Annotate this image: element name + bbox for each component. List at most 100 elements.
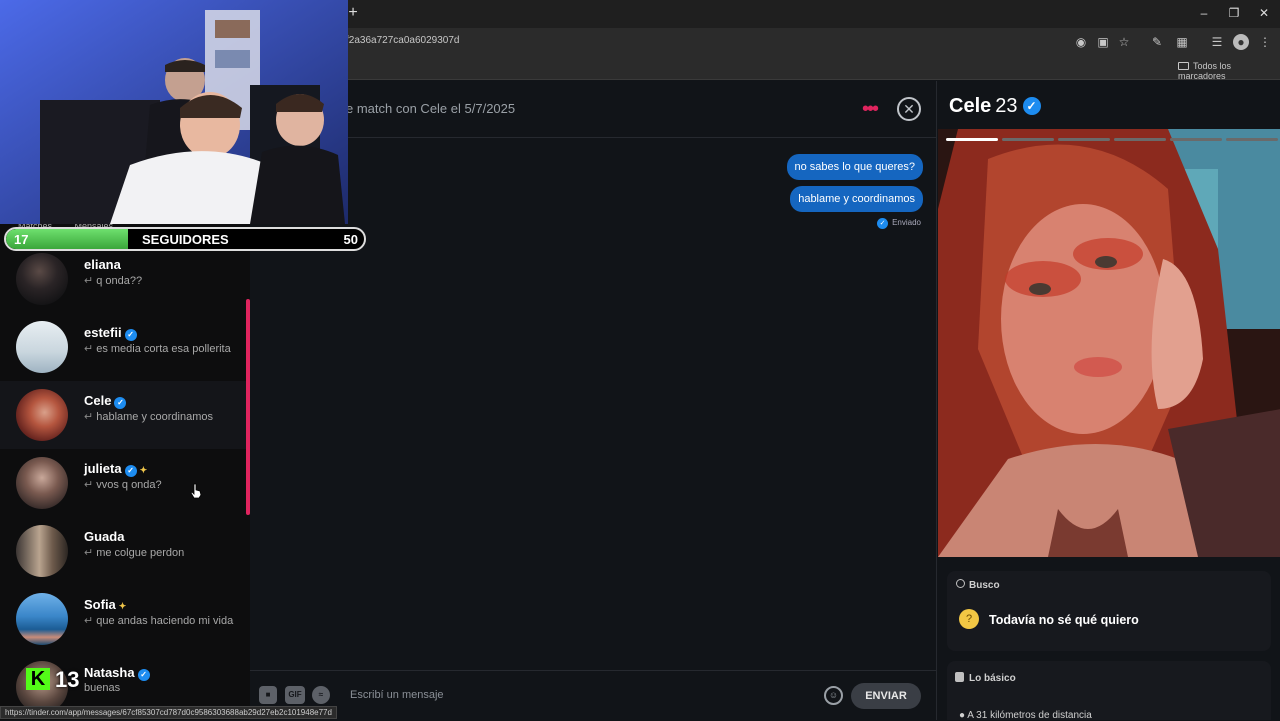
conversation-item[interactable]: julieta ✓ ✦ ↵ vvos q onda? bbox=[0, 449, 246, 517]
chat-header: e match con Cele el 5/7/2025 ••• ✕ bbox=[250, 81, 936, 138]
id-card-icon bbox=[955, 672, 964, 682]
verified-badge-icon: ✓ bbox=[137, 669, 150, 681]
sent-status: ✓ Enviado bbox=[874, 218, 921, 229]
looking-for-value: Todavía no sé qué quiero bbox=[989, 613, 1139, 627]
folder-icon bbox=[1178, 62, 1189, 70]
webcam-image bbox=[0, 0, 348, 224]
looking-for-label: Busco bbox=[969, 580, 1000, 591]
conversation-preview: ↵ vvos q onda? bbox=[84, 479, 162, 491]
message-bubble-sent: no sabes lo que queres? bbox=[786, 154, 923, 180]
gif-button[interactable]: GIF bbox=[285, 686, 305, 704]
avatar bbox=[16, 457, 68, 509]
profile-name: Cele bbox=[949, 95, 992, 117]
conversation-item-active[interactable]: Cele ✓ ↵ hablame y coordinamos bbox=[0, 381, 246, 449]
spotify-icon[interactable]: ≈ bbox=[312, 686, 330, 704]
minimize-icon[interactable]: – bbox=[1197, 6, 1211, 20]
conversation-item[interactable]: Guada ↵ me colgue perdon bbox=[0, 517, 246, 585]
photo-progress bbox=[1058, 138, 1110, 141]
looking-for-card: Busco ? Todavía no sé qué quiero bbox=[947, 571, 1271, 651]
conversation-preview: ↵ hablame y coordinamos bbox=[84, 411, 214, 423]
webcam-overlay bbox=[0, 0, 348, 224]
kick-logo-icon: K bbox=[26, 668, 50, 690]
avatar bbox=[16, 321, 68, 373]
conversation-preview: ↵ me colgue perdon bbox=[84, 547, 185, 559]
send-button[interactable]: ENVIAR bbox=[851, 683, 921, 709]
conversation-name: estefii ✓ bbox=[84, 325, 137, 341]
extensions-icon[interactable]: ▦ bbox=[1174, 34, 1190, 50]
message-input[interactable] bbox=[350, 683, 810, 707]
photo-progress-current bbox=[946, 138, 998, 141]
search-icon bbox=[956, 579, 965, 588]
close-window-icon[interactable]: ✕ bbox=[1257, 6, 1271, 20]
close-chat-button[interactable]: ✕ bbox=[897, 97, 921, 121]
conversation-name: julieta ✓ ✦ bbox=[84, 461, 148, 477]
reply-arrow-icon: ↵ bbox=[84, 343, 94, 355]
photo-progress bbox=[1114, 138, 1166, 141]
conversation-item[interactable]: estefii ✓ ↵ es media corta esa pollerita bbox=[0, 313, 246, 381]
conversation-item[interactable]: Sofia ✦ ↵ que andas haciendo mi vida bbox=[0, 585, 246, 653]
conversation-preview: ↵ es media corta esa pollerita bbox=[84, 343, 231, 355]
verified-badge-icon: ✓ bbox=[114, 397, 127, 409]
profile-card-icon[interactable]: ■ bbox=[259, 686, 277, 704]
verified-badge-icon: ✓ bbox=[124, 465, 137, 477]
restore-icon[interactable]: ❐ bbox=[1227, 6, 1241, 20]
kick-viewer-count: 13 bbox=[55, 667, 80, 692]
profile-photo-image bbox=[938, 129, 1280, 557]
profile-age: 23 bbox=[995, 95, 1018, 117]
reply-arrow-icon: ↵ bbox=[84, 479, 94, 491]
avatar bbox=[16, 253, 68, 305]
reply-arrow-icon: ↵ bbox=[84, 615, 94, 627]
profile-photo[interactable] bbox=[938, 129, 1280, 557]
photo-progress bbox=[1170, 138, 1222, 141]
photo-progress bbox=[1002, 138, 1054, 141]
verified-badge-icon: ✓ bbox=[1022, 97, 1041, 115]
thinking-face-icon: ? bbox=[959, 609, 979, 629]
profile-title: Cele 23 ✓ bbox=[949, 95, 1041, 118]
follower-goal-target: 50 bbox=[343, 232, 358, 247]
conversation-name: Cele ✓ bbox=[84, 393, 127, 409]
more-options-icon[interactable]: ••• bbox=[862, 99, 879, 119]
avatar bbox=[16, 593, 68, 645]
distance-text: ● A 31 kilómetros de distancia bbox=[959, 710, 1092, 721]
conversation-preview: buenas bbox=[84, 682, 121, 694]
sparkle-icon: ✦ bbox=[139, 465, 148, 475]
chat-panel: e match con Cele el 5/7/2025 ••• ✕ no sa… bbox=[250, 81, 936, 720]
conversation-preview: ↵ que andas haciendo mi vida bbox=[84, 615, 234, 627]
conversation-item[interactable]: eliana ↵ q onda?? bbox=[0, 245, 246, 313]
profile-avatar-icon[interactable]: ● bbox=[1233, 34, 1249, 50]
verified-check-icon: ✓ bbox=[877, 218, 889, 229]
conversation-name: Guada bbox=[84, 529, 125, 544]
pen-icon[interactable]: ✎ bbox=[1149, 34, 1165, 50]
verified-badge-icon: ✓ bbox=[124, 329, 137, 341]
hand-cursor-icon bbox=[190, 483, 202, 499]
message-composer: ■ GIF ≈ ☺ ENVIAR bbox=[250, 670, 936, 720]
bookmark-star-icon[interactable]: ☆ bbox=[1116, 34, 1132, 50]
profile-panel: Cele 23 ✓ Busco ? Todavía no sé qué quier bbox=[936, 81, 1280, 721]
follower-goal-label: SEGUIDORES bbox=[142, 232, 229, 247]
photo-progress bbox=[1226, 138, 1278, 141]
conversation-name: Natasha ✓ bbox=[84, 665, 150, 681]
install-app-icon[interactable]: ▣ bbox=[1095, 34, 1111, 50]
conversation-name: eliana bbox=[84, 257, 121, 272]
basics-card: Lo básico ● A 31 kilómetros de distancia bbox=[947, 661, 1271, 721]
emoji-icon[interactable]: ☺ bbox=[824, 686, 843, 705]
reply-arrow-icon: ↵ bbox=[84, 547, 94, 559]
location-icon[interactable]: ◉ bbox=[1073, 34, 1089, 50]
conversation-name: Sofia ✦ bbox=[84, 597, 127, 612]
basics-label: Lo básico bbox=[969, 673, 1016, 684]
reply-arrow-icon: ↵ bbox=[84, 411, 94, 423]
avatar bbox=[16, 525, 68, 577]
message-bubble-sent: hablame y coordinamos bbox=[790, 186, 923, 212]
new-tab-button[interactable]: + bbox=[346, 5, 360, 21]
sparkle-icon: ✦ bbox=[118, 601, 127, 611]
media-controls-icon[interactable]: ☰ bbox=[1209, 34, 1225, 50]
match-date-text: e match con Cele el 5/7/2025 bbox=[346, 101, 516, 116]
link-status-bar: https://tinder.com/app/messages/67cf8530… bbox=[0, 706, 337, 719]
all-bookmarks-folder[interactable]: Todos los marcadores bbox=[1178, 61, 1280, 81]
reply-arrow-icon: ↵ bbox=[84, 275, 94, 287]
url-field[interactable]: f2a36a727ca0a6029307d bbox=[346, 35, 459, 46]
menu-kebab-icon[interactable]: ⋮ bbox=[1257, 34, 1273, 50]
conversation-preview: ↵ q onda?? bbox=[84, 275, 143, 287]
follower-goal-bar: 17 SEGUIDORES 50 bbox=[4, 227, 366, 251]
avatar bbox=[16, 389, 68, 441]
